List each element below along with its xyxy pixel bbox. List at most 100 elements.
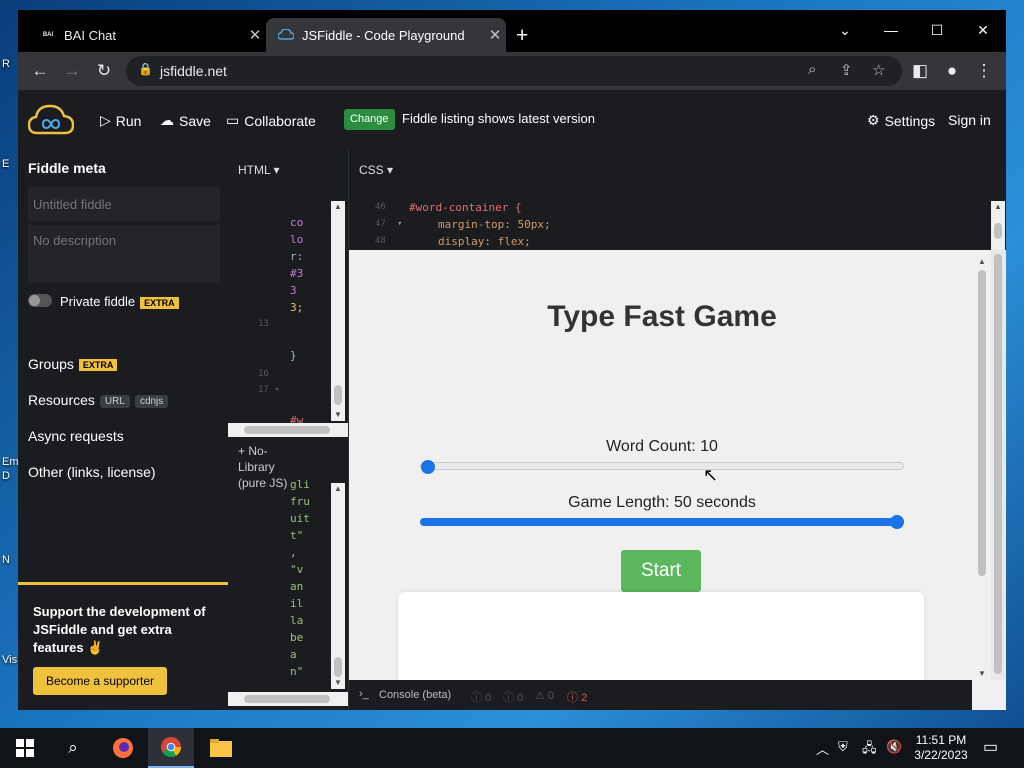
- scrollbar-thumb[interactable]: [244, 426, 330, 434]
- css-vertical-scrollbar[interactable]: ▲: [991, 201, 1005, 250]
- search-icon[interactable]: ⌕: [50, 728, 96, 768]
- result-vertical-scrollbar[interactable]: ▲ ▼: [975, 256, 989, 680]
- word-container: [398, 592, 924, 680]
- side-panel-icon[interactable]: ◧: [908, 60, 932, 82]
- firefox-icon[interactable]: [100, 728, 146, 768]
- search-icon[interactable]: ⌕: [808, 61, 816, 78]
- scroll-down-arrow[interactable]: ▼: [331, 677, 345, 689]
- profile-icon[interactable]: ●: [940, 60, 964, 82]
- tab-bai-chat[interactable]: BAI BAI Chat ✕: [28, 18, 266, 52]
- windows-start-icon[interactable]: [2, 728, 48, 768]
- line-number: 46: [375, 202, 386, 212]
- scroll-up-arrow[interactable]: ▲: [331, 201, 345, 213]
- tab-search-chevron-icon[interactable]: ⌄: [822, 16, 868, 46]
- start-button[interactable]: Start: [621, 550, 701, 592]
- window-close-button[interactable]: ✕: [960, 16, 1006, 46]
- scroll-up-arrow[interactable]: ▲: [331, 483, 345, 495]
- minimize-button[interactable]: —: [868, 16, 914, 46]
- scrollbar-thumb[interactable]: [994, 254, 1002, 674]
- reload-icon[interactable]: ↻: [92, 60, 116, 82]
- html-vertical-scrollbar[interactable]: ▲ ▼: [331, 201, 345, 421]
- code-line: display: flex;: [438, 235, 531, 248]
- scroll-up-arrow[interactable]: ▲: [991, 201, 1005, 213]
- code-line: ,: [290, 546, 297, 559]
- desktop-icon-label[interactable]: R: [2, 58, 10, 70]
- private-fiddle-toggle[interactable]: [28, 294, 52, 307]
- fiddle-title-input[interactable]: [28, 187, 220, 221]
- collaborate-button[interactable]: ▭ Collaborate: [226, 112, 316, 129]
- scrollbar-thumb[interactable]: [978, 270, 986, 576]
- file-explorer-icon[interactable]: [198, 728, 244, 768]
- sidebar-item-groups[interactable]: Groups EXTRA: [28, 356, 118, 372]
- fiddle-description-input[interactable]: [28, 225, 220, 283]
- desktop-icon-label[interactable]: Vis: [2, 654, 17, 666]
- url-text[interactable]: jsfiddle.net: [160, 63, 227, 79]
- scrollbar-thumb[interactable]: [994, 223, 1002, 239]
- sidebar-item-resources[interactable]: Resources URL cdnjs: [28, 392, 169, 408]
- bookmark-star-icon[interactable]: ☆: [872, 61, 885, 79]
- cdnjs-badge[interactable]: cdnjs: [134, 394, 169, 408]
- jsfiddle-logo[interactable]: [28, 103, 74, 137]
- scroll-down-arrow[interactable]: ▼: [331, 409, 345, 421]
- desktop-icon-label[interactable]: D: [2, 470, 10, 482]
- run-button[interactable]: ▷ Run: [100, 112, 141, 129]
- become-supporter-button[interactable]: Become a supporter: [33, 667, 167, 695]
- clock-time: 11:51 PM: [915, 733, 967, 747]
- security-icon[interactable]: ⛨: [838, 739, 848, 755]
- network-icon[interactable]: 🖧: [862, 739, 877, 761]
- address-bar[interactable]: 🔒 jsfiddle.net ⌕ ⇪ ☆: [126, 56, 902, 86]
- back-arrow-icon[interactable]: ←: [28, 60, 52, 82]
- warning-count: ⚠ 0: [535, 690, 555, 702]
- scroll-up-arrow[interactable]: ▲: [975, 256, 989, 268]
- code-line: 3;: [290, 301, 304, 314]
- menu-kebab-icon[interactable]: ⋮: [972, 60, 996, 82]
- console-bar[interactable]: ›_ Console (beta) ⓘ 0 ⓘ 0 ⚠ 0 ⓘ 2: [349, 680, 972, 710]
- scrollbar-thumb[interactable]: [334, 657, 342, 677]
- html-pane-label[interactable]: HTML ▾: [238, 163, 280, 177]
- console-label[interactable]: Console (beta): [379, 689, 451, 701]
- tab-jsfiddle[interactable]: JSFiddle - Code Playground ✕: [266, 18, 506, 52]
- tab-strip: BAI BAI Chat ✕ JSFiddle - Code Playgroun…: [18, 10, 1006, 52]
- close-icon[interactable]: ✕: [244, 26, 266, 44]
- notifications-icon[interactable]: ▭: [983, 737, 998, 757]
- sidebar-item-other[interactable]: Other (links, license): [28, 464, 156, 480]
- js-code-editor[interactable]: gli fru uit t" , "v an il la be a n": [290, 476, 310, 680]
- jsfiddle-favicon: [278, 27, 294, 43]
- html-code-editor[interactable]: co lo r: #3 3 3;: [290, 214, 303, 316]
- change-button[interactable]: Change: [344, 109, 395, 130]
- slider-thumb[interactable]: [421, 460, 435, 474]
- settings-button[interactable]: ⚙ Settings: [867, 112, 935, 129]
- outer-vertical-scrollbar[interactable]: [991, 250, 1005, 680]
- system-clock[interactable]: 11:51 PM 3/22/2023: [904, 733, 978, 763]
- game-length-slider[interactable]: [420, 515, 904, 529]
- new-tab-button[interactable]: +: [516, 24, 528, 48]
- tab-title: JSFiddle - Code Playground: [302, 27, 465, 43]
- slider-thumb[interactable]: [890, 515, 904, 529]
- css-pane-label[interactable]: CSS ▾: [359, 163, 393, 177]
- scrollbar-thumb[interactable]: [244, 695, 330, 703]
- corner-scrollbar[interactable]: [972, 680, 1006, 710]
- word-count-slider[interactable]: [420, 460, 904, 474]
- scrollbar-thumb[interactable]: [334, 385, 342, 405]
- save-button[interactable]: ☁ Save: [160, 112, 211, 129]
- chevron-up-icon[interactable]: ︿: [816, 739, 829, 758]
- forward-arrow-icon[interactable]: →: [60, 60, 84, 82]
- sidebar-item-async-requests[interactable]: Async requests: [28, 428, 124, 444]
- html-horizontal-scrollbar[interactable]: [228, 423, 348, 437]
- close-icon[interactable]: ✕: [484, 26, 506, 44]
- url-badge[interactable]: URL: [99, 394, 130, 408]
- maximize-button[interactable]: ☐: [914, 16, 960, 46]
- desktop-icon-label[interactable]: N: [2, 554, 10, 566]
- lock-icon[interactable]: 🔒: [138, 62, 153, 76]
- desktop-icon-label[interactable]: Em: [2, 456, 19, 468]
- volume-muted-icon[interactable]: 🔇: [886, 739, 902, 755]
- css-code-editor[interactable]: #word-container { margin-top: 50px; disp…: [409, 199, 551, 250]
- desktop-icon-label[interactable]: E: [2, 158, 9, 170]
- chrome-icon[interactable]: [148, 728, 194, 768]
- scroll-down-arrow[interactable]: ▼: [975, 668, 989, 680]
- js-horizontal-scrollbar[interactable]: [228, 692, 348, 706]
- fold-chevron-icon[interactable]: ▾: [397, 216, 402, 233]
- js-vertical-scrollbar[interactable]: ▲ ▼: [331, 483, 345, 689]
- sign-in-link[interactable]: Sign in: [948, 112, 991, 128]
- share-icon[interactable]: ⇪: [840, 61, 853, 79]
